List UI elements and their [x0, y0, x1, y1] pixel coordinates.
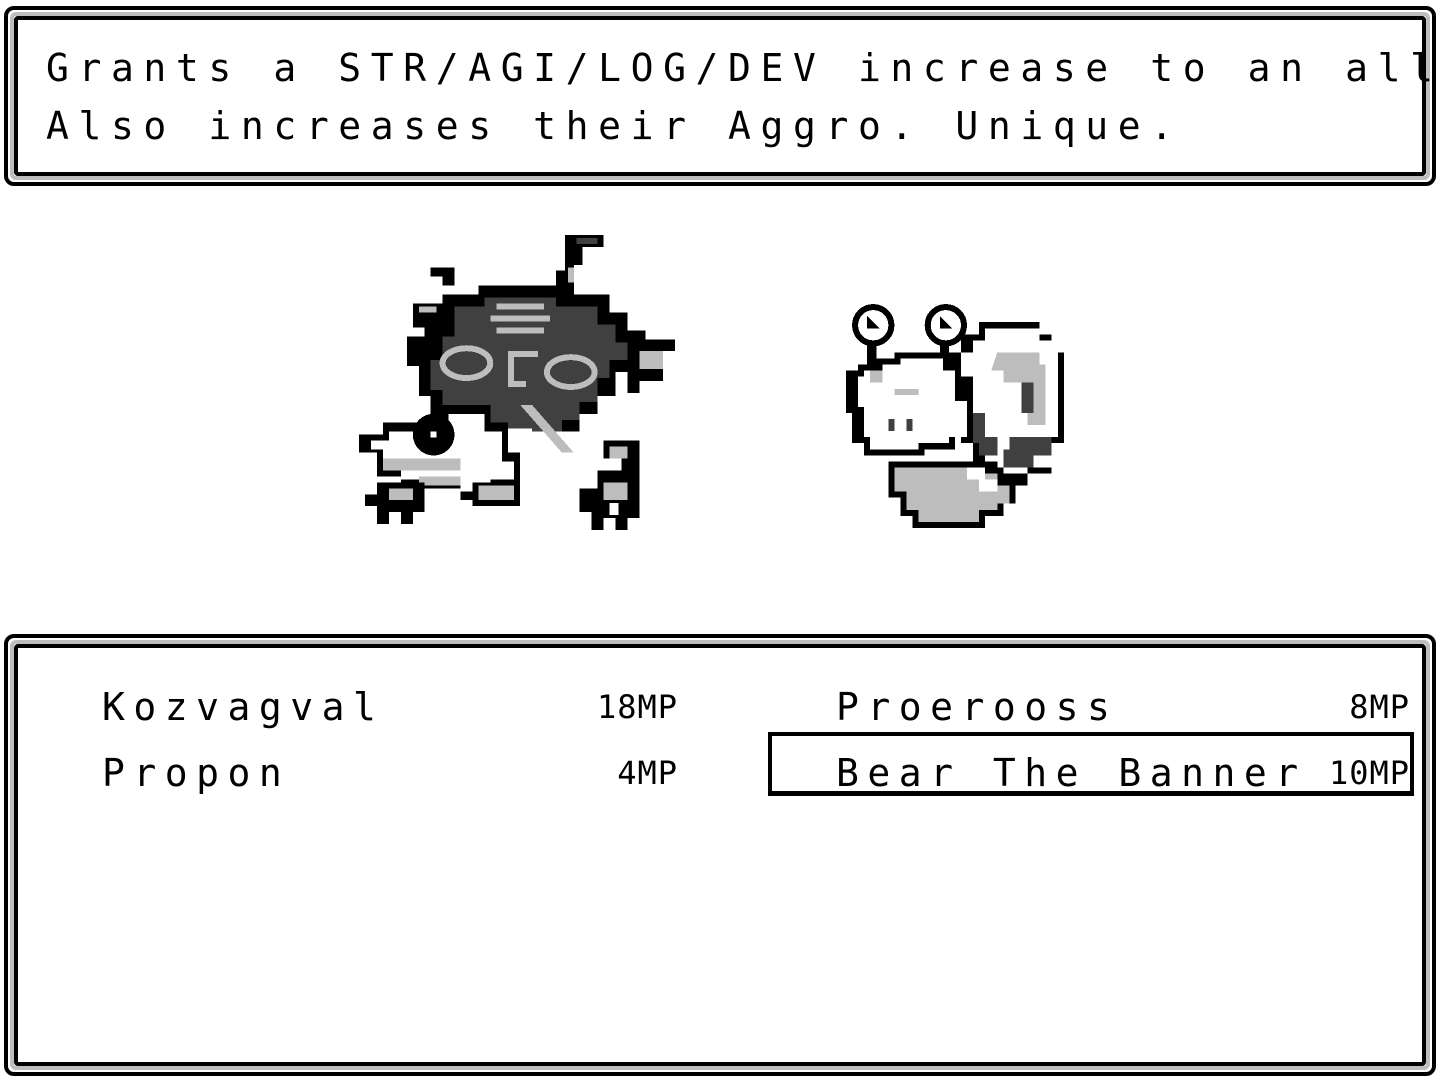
skill-menu-window: Kozvagval 18MP Propon 4MP Proerooss 8MP …	[4, 634, 1436, 1076]
snail-enemy-sprite[interactable]	[846, 298, 1082, 534]
skill-name: Proerooss	[836, 685, 1119, 729]
skill-name: Bear The Banner	[836, 751, 1307, 795]
description-line-1: Grants a STR/AGI/LOG/DEV increase to an …	[46, 46, 1440, 90]
skill-name: Propon	[102, 751, 291, 795]
skill-cost: 4MP	[617, 754, 678, 792]
description-panel: Grants a STR/AGI/LOG/DEV increase to an …	[14, 16, 1440, 176]
description-line-2: Also increases their Aggro. Unique.	[46, 104, 1183, 148]
turtle-enemy-sprite[interactable]	[340, 226, 730, 536]
skill-item[interactable]: Kozvagval 18MP	[102, 678, 678, 736]
skill-cost: 18MP	[596, 688, 678, 726]
skill-name: Kozvagval	[102, 685, 385, 729]
skill-cost: 10MP	[1328, 754, 1410, 792]
skill-menu-panel: Kozvagval 18MP Propon 4MP Proerooss 8MP …	[14, 644, 1426, 1066]
skill-item[interactable]: Proerooss 8MP	[836, 678, 1410, 736]
skill-item-selected[interactable]: Bear The Banner 10MP	[836, 744, 1410, 802]
skill-cost: 8MP	[1349, 688, 1410, 726]
skill-item[interactable]: Propon 4MP	[102, 744, 678, 802]
description-window: Grants a STR/AGI/LOG/DEV increase to an …	[4, 6, 1440, 186]
